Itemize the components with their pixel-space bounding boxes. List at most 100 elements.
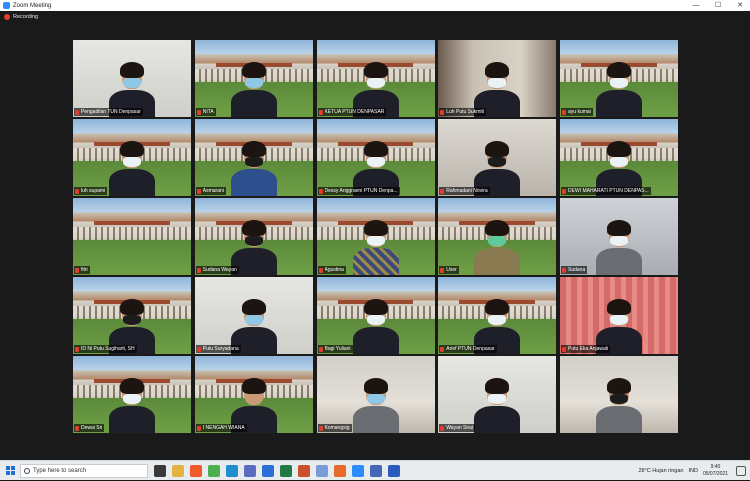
maximize-button[interactable]: ☐ xyxy=(708,0,728,11)
participant-video xyxy=(109,373,155,433)
participant-tile[interactable]: User xyxy=(438,198,557,275)
participant-name: Agustina xyxy=(324,267,344,273)
system-tray: 28°C Hujan ringan IND 9:40 05/07/2021 xyxy=(638,461,728,481)
participant-nametag: Asmarani xyxy=(195,187,226,195)
participant-tile[interactable]: Putu Eka Anjawati xyxy=(560,277,678,354)
participant-name: Arief PTUN Denpasar xyxy=(446,346,495,352)
search-icon xyxy=(24,467,30,474)
zoom-window: Zoom Meeting — ☐ ✕ Recording Pengadilan … xyxy=(0,0,750,480)
muted-mic-icon xyxy=(196,267,201,273)
participant-tile[interactable]: Wayan Sirai xyxy=(438,356,557,433)
notification-center-icon[interactable] xyxy=(736,466,746,476)
muted-mic-icon xyxy=(440,425,445,431)
clock-date: 05/07/2021 xyxy=(702,471,728,477)
participant-nametag: I NENGAH WIANA xyxy=(195,424,247,432)
word-icon[interactable] xyxy=(388,464,400,477)
participant-name: NITA xyxy=(202,109,214,115)
participant-tile[interactable]: fitri xyxy=(73,198,191,275)
participant-tile[interactable] xyxy=(560,356,678,433)
participant-video xyxy=(596,57,642,117)
brave-icon[interactable] xyxy=(190,464,202,477)
video-background xyxy=(73,198,191,275)
participant-tile[interactable]: Agustina xyxy=(316,198,435,275)
participant-nametag: DEWI MAHARATI PTUN DENPAS... xyxy=(561,187,651,195)
participant-video xyxy=(230,57,277,117)
zoom-icon[interactable] xyxy=(352,464,364,477)
participant-name: Rahmadani Novira xyxy=(446,188,488,194)
participant-nametag: Dewai Sri xyxy=(74,424,105,432)
participant-name: luh supami xyxy=(81,188,106,194)
participant-tile[interactable]: Pengadilan TUN Denpasar xyxy=(73,40,191,117)
participant-video xyxy=(474,373,521,433)
participant-video xyxy=(352,373,399,433)
participant-name: Sudana Wayan xyxy=(202,267,237,273)
participant-tile[interactable]: NITA xyxy=(194,40,313,117)
task-view-icon[interactable] xyxy=(154,464,166,477)
participant-tile[interactable]: Luh Putu Sukmiti xyxy=(438,40,557,117)
muted-mic-icon xyxy=(196,188,201,194)
participant-nametag: Arief PTUN Denpasar xyxy=(439,345,497,353)
participant-video xyxy=(230,136,277,196)
windows-logo-icon xyxy=(5,466,15,475)
close-button[interactable]: ✕ xyxy=(730,0,750,11)
excel-icon[interactable] xyxy=(280,464,292,477)
zoom-logo-icon xyxy=(3,2,10,9)
weather-widget[interactable]: 28°C Hujan ringan xyxy=(638,468,683,474)
muted-mic-icon xyxy=(318,109,323,115)
muted-mic-icon xyxy=(440,267,445,273)
muted-mic-icon xyxy=(318,188,323,194)
powerpoint-icon[interactable] xyxy=(298,464,310,477)
participant-tile[interactable]: Putu Suryadana xyxy=(194,277,313,354)
participant-tile[interactable]: Sudana Wayan xyxy=(194,198,313,275)
participant-video xyxy=(596,215,642,275)
participant-tile[interactable]: Dewai Sri xyxy=(73,356,191,433)
file-explorer-icon[interactable] xyxy=(172,464,184,477)
muted-mic-icon xyxy=(318,267,323,273)
participant-name: DEWI MAHARATI PTUN DENPAS... xyxy=(568,188,649,194)
muted-mic-icon xyxy=(440,109,445,115)
participant-name: Asmarani xyxy=(202,188,224,194)
participant-video xyxy=(596,373,642,433)
clock-time: 9:40 xyxy=(710,464,721,470)
participant-tile[interactable]: ayu kumai xyxy=(560,40,678,117)
participant-name: I NENGAH WIANA xyxy=(202,425,245,431)
muted-mic-icon xyxy=(440,346,445,352)
participant-tile[interactable]: Komangsig xyxy=(316,356,435,433)
participant-tile[interactable]: Sudana xyxy=(560,198,678,275)
participant-tile[interactable]: Rahmadani Novira xyxy=(438,119,557,196)
participant-tile[interactable]: I NENGAH WIANA xyxy=(194,356,313,433)
muted-mic-icon xyxy=(318,346,323,352)
minimize-button[interactable]: — xyxy=(686,0,706,11)
firefox-icon[interactable] xyxy=(334,464,346,477)
participant-nametag: fitri xyxy=(74,266,90,274)
participant-nametag: Putu Eka Anjawati xyxy=(561,345,611,353)
participant-name: Putu Suryadana xyxy=(202,346,239,352)
participant-tile[interactable]: Bagi Yuliani xyxy=(316,277,435,354)
participant-nametag: NITA xyxy=(195,108,216,116)
muted-mic-icon xyxy=(318,425,323,431)
language-indicator[interactable]: IND xyxy=(688,468,697,474)
muted-mic-icon xyxy=(75,109,79,115)
store-icon[interactable] xyxy=(244,464,256,477)
start-button[interactable] xyxy=(0,461,20,481)
taskbar-search-box[interactable]: Type here to search xyxy=(20,463,148,478)
participant-tile[interactable]: Dessy Anggraeni PTUN Denpa... xyxy=(316,119,435,196)
muted-mic-icon xyxy=(75,346,79,352)
participant-tile[interactable]: KETUA PTUN DENPASAR xyxy=(316,40,435,117)
recording-indicator[interactable]: Recording xyxy=(4,14,38,20)
paint-icon[interactable] xyxy=(316,464,328,477)
participant-tile[interactable]: DEWI MAHARATI PTUN DENPAS... xyxy=(560,119,678,196)
edge-icon[interactable] xyxy=(226,464,238,477)
chrome-icon[interactable] xyxy=(208,464,220,477)
media-icon[interactable] xyxy=(370,464,382,477)
participant-nametag: Sudana Wayan xyxy=(195,266,239,274)
participant-tile[interactable]: luh supami xyxy=(73,119,191,196)
mail-icon[interactable] xyxy=(262,464,274,477)
title-bar: Zoom Meeting — ☐ ✕ xyxy=(0,0,750,11)
participant-tile[interactable]: Asmarani xyxy=(194,119,313,196)
clock[interactable]: 9:40 05/07/2021 xyxy=(703,464,728,478)
participant-name: User xyxy=(446,267,457,273)
participant-tile[interactable]: ID Ni Putu Sugiharti, SH xyxy=(73,277,191,354)
participant-tile[interactable]: Arief PTUN Denpasar xyxy=(438,277,557,354)
participant-name: Komangsig xyxy=(324,425,350,431)
